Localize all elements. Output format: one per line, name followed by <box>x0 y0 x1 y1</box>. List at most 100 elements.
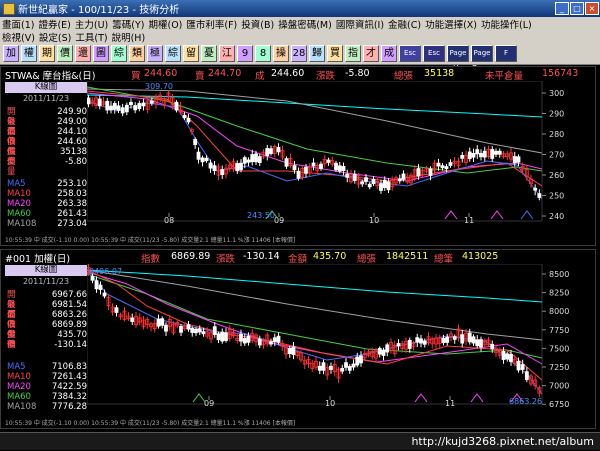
stat-value: 7384.32 <box>51 392 87 402</box>
ask-label: 賣 <box>195 71 205 82</box>
toolbar-button-13[interactable]: 9 <box>237 45 253 62</box>
y-tick-label: 7500 <box>549 344 569 353</box>
candle-body <box>334 162 338 171</box>
candle-body <box>533 187 538 191</box>
high-annotation: 8496.07 <box>89 267 122 276</box>
candle-body <box>276 335 281 343</box>
candlestick-chart[interactable]: 8500 8250 8000 7750 7500 7250 7000 6750 09 10 11 84… <box>87 264 597 416</box>
candle-body <box>419 338 423 344</box>
toolbar-button-5[interactable]: 圖 <box>93 45 109 62</box>
stat-value: -130.14 <box>54 340 87 350</box>
deal-label: 成 <box>255 71 265 82</box>
menu-item-row1-6[interactable]: 投資(B) <box>239 17 276 31</box>
minimize-button[interactable]: _ <box>555 2 569 15</box>
menu-item-row2-0[interactable]: 檢視(V) <box>0 30 37 44</box>
menu-item-row1-2[interactable]: 主力(U) <box>73 17 110 31</box>
toolbar-button-18[interactable]: 買 <box>327 45 343 62</box>
candle-body <box>98 284 103 290</box>
close-button[interactable]: × <box>585 2 599 15</box>
menu-item-row1-7[interactable]: 操盤密碼(M) <box>276 17 334 31</box>
stat-value: 6967.66 <box>51 290 87 300</box>
toolbar-button-12[interactable]: 江 <box>219 45 235 62</box>
menu-item-row1-9[interactable]: 金融(C) <box>386 17 423 31</box>
toolbar-nav-button-1[interactable]: Esc <box>423 45 445 62</box>
menu-item-row1-1[interactable]: 證券(E) <box>36 17 72 31</box>
menu-item-row2-1[interactable]: 設定(S) <box>37 30 73 44</box>
candle-body <box>242 157 247 164</box>
candle-body <box>512 156 517 164</box>
toolbar-button-20[interactable]: 才 <box>363 45 379 62</box>
menu-item-row1-4[interactable]: 期權(O) <box>146 17 184 31</box>
candle-body <box>197 328 202 333</box>
toolbar-button-21[interactable]: 成 <box>381 45 397 62</box>
toolbar-button-8[interactable]: 極 <box>147 45 163 62</box>
candle-body <box>109 105 113 111</box>
toolbar-button-6[interactable]: 綜 <box>111 45 127 62</box>
stat-value: 244.60 <box>57 137 87 147</box>
candle-body <box>386 181 391 191</box>
menu-item-row1-3[interactable]: 籌碼(Y) <box>110 17 146 31</box>
toolbar-nav-button-0[interactable]: Esc <box>399 45 421 62</box>
menu-row-1: 畫面(1) 證券(E) 主力(U) 籌碼(Y) 期權(O) 匯市利率(F) 投資(B) 操盤密… <box>0 17 600 31</box>
maximize-button[interactable]: □ <box>570 2 584 15</box>
menu-item-row2-3[interactable]: 說明(H) <box>110 30 148 44</box>
toolbar-button-19[interactable]: 指 <box>345 45 361 62</box>
stat-value: 7106.83 <box>51 362 87 372</box>
candle-body <box>475 149 480 155</box>
stat-value: 273.04 <box>57 219 87 229</box>
kline-tag[interactable]: K線圖 <box>5 82 87 93</box>
candle-body <box>257 338 262 346</box>
symbol-name[interactable]: #001 加權(日) <box>5 251 70 265</box>
candle-body <box>311 162 316 167</box>
candle-body <box>317 365 322 371</box>
candle-body <box>201 331 206 335</box>
x-tick-label: 09 <box>204 399 214 408</box>
candle-body <box>364 177 368 182</box>
x-tick-label: 10 <box>369 216 379 225</box>
candle-body <box>385 344 390 353</box>
candle-body <box>102 292 107 297</box>
candle-body <box>212 165 217 172</box>
toolbar-button-0[interactable]: 加 <box>3 45 19 62</box>
stat-label: 差 <box>7 340 16 350</box>
candle-body <box>296 170 301 179</box>
menu-item-row1-8[interactable]: 國際資訊(I) <box>334 17 386 31</box>
toolbar-nav-button-4[interactable]: F <box>495 45 517 62</box>
menu-item-row2-2[interactable]: 工具(T) <box>73 30 109 44</box>
toolbar-button-10[interactable]: 留 <box>183 45 199 62</box>
toolbar-button-4[interactable]: 還 <box>75 45 91 62</box>
menu-item-row1-5[interactable]: 匯市利率(F) <box>184 17 239 31</box>
toolbar-button-17[interactable]: 歸 <box>309 45 325 62</box>
candle-body <box>204 157 209 162</box>
footer-text: 10:55:39 中 成交(-1.10 0.00) 10:55:39 中 成交(… <box>5 420 296 427</box>
toolbar-button-9[interactable]: 綜 <box>165 45 181 62</box>
toolbar-button-7[interactable]: 類 <box>129 45 145 62</box>
toolbar-button-2[interactable]: 期 <box>39 45 55 62</box>
toolbar-button-1[interactable]: 權 <box>21 45 37 62</box>
candle-body <box>326 159 331 163</box>
x-tick-label: 10 <box>325 399 335 408</box>
menu-item-row1-11[interactable]: 功能操作(L) <box>479 17 534 31</box>
stat-label: MA20 <box>7 382 31 392</box>
candle-body <box>436 162 441 167</box>
toolbar-button-16[interactable]: 28 <box>291 45 307 62</box>
toolbar-button-3[interactable]: 價 <box>57 45 73 62</box>
kline-tag[interactable]: K線圖 <box>5 265 87 276</box>
toolbar-nav-button-2[interactable]: Page Up <box>447 45 469 72</box>
candle-body <box>382 179 387 189</box>
symbol-name[interactable]: STWA& 摩台指&(日) <box>5 68 95 82</box>
candle-body <box>352 173 357 181</box>
menu-item-row1-0[interactable]: 畫面(1) <box>0 17 36 31</box>
candle-body <box>179 326 183 333</box>
toolbar-button-11[interactable]: 憂 <box>201 45 217 62</box>
toolbar-button-15[interactable]: 操 <box>273 45 289 62</box>
menu-item-row1-10[interactable]: 功能選擇(X) <box>423 17 479 31</box>
candle-body <box>216 333 221 341</box>
candle-body <box>291 346 296 355</box>
kline-date: 2011/11/23 <box>22 94 70 103</box>
stat-value: 249.00 <box>57 117 87 127</box>
toolbar-nav-button-3[interactable]: Page Down <box>471 45 493 72</box>
count-label: 總筆 <box>434 254 454 265</box>
toolbar-button-14[interactable]: 8 <box>255 45 271 62</box>
candlestick-chart[interactable]: 300 290 280 270 260 250 240 08 09 10 11 309.70 243.5… <box>87 81 597 233</box>
